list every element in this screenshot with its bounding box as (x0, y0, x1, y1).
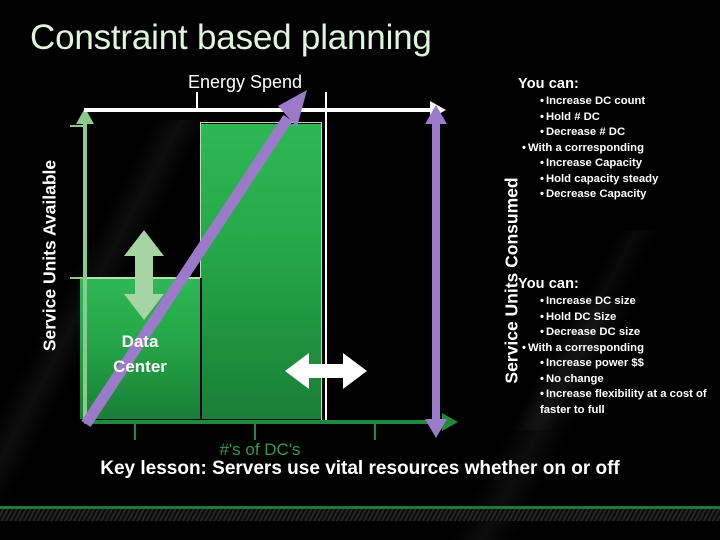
footer-band (0, 509, 720, 521)
bullet-icon: • (540, 357, 544, 370)
panel-dc-count: You can: • Increase DC count • Hold # DC •… (518, 76, 718, 203)
y-axis-right-arrowhead-down (425, 419, 447, 438)
list-item: • Hold DC Size (518, 310, 718, 326)
bullet-icon: • (540, 326, 544, 339)
y-axis-right-arrowhead-up (425, 105, 447, 124)
list-item: • Increase power $$ (518, 356, 718, 372)
bullet-icon: • (540, 110, 544, 123)
list-item-label: Decrease # DC (545, 126, 626, 139)
bullet-icon: • (540, 188, 544, 201)
list-item: • Decrease Capacity (518, 187, 718, 203)
list-item: • Hold # DC (518, 110, 718, 126)
list-item-label: Decrease Capacity (545, 188, 647, 201)
bullet-icon: • (540, 172, 544, 185)
list-item: • Decrease # DC (518, 125, 718, 141)
slide-canvas: Constraint based planning Energy Spend S… (0, 0, 720, 540)
list-item: • Increase Capacity (518, 156, 718, 172)
bullet-icon: • (540, 388, 544, 401)
list-item-label: Increase power $$ (545, 357, 644, 370)
panel-dc-size: You can: • Increase DC size • Hold DC Size… (518, 276, 718, 419)
panel-dc-size-list: • Increase DC size • Hold DC Size • Decreas… (518, 294, 718, 419)
y-axis-right-line (432, 122, 440, 422)
list-item-label: Hold capacity steady (545, 172, 659, 185)
energy-spend-label: Energy Spend (187, 72, 303, 92)
panel-dc-size-heading: You can: (518, 276, 579, 292)
capacity-headroom-double-arrow (124, 230, 164, 320)
list-item-label: With a corresponding (527, 341, 644, 354)
data-center-bar-label: Data Center (95, 330, 185, 379)
list-item-label: Hold # DC (545, 110, 600, 123)
list-item: • With a corresponding (518, 141, 718, 157)
bullet-icon: • (540, 372, 544, 385)
key-lesson-footer: Key lesson: Servers use vital resources … (100, 458, 620, 479)
bullet-icon: • (540, 295, 544, 307)
data-center-label-line1: Data (121, 332, 159, 351)
list-item-label: With a corresponding (527, 141, 644, 154)
bullet-icon: • (540, 126, 544, 139)
list-item-label: No change (545, 372, 604, 385)
bullet-icon: • (522, 341, 526, 354)
list-item: • No change (518, 372, 718, 388)
list-item-label: Increase Capacity (545, 157, 643, 170)
list-item: • Decrease DC size (518, 325, 718, 341)
constraint-planning-chart: Energy Spend Service Units Available Ser… (0, 0, 522, 470)
list-item: • Hold capacity steady (518, 172, 718, 188)
x-axis-tick-3 (374, 424, 376, 440)
list-item: • With a corresponding (518, 341, 718, 357)
list-item-label: Decrease DC size (545, 326, 641, 339)
list-item: • Increase DC size (518, 294, 718, 310)
y-axis-left-label: Service Units Available (39, 159, 60, 352)
panel-dc-count-list: • Increase DC count • Hold # DC • Decrease … (518, 94, 718, 203)
list-item: • Increase flexibility at a cost of faste… (518, 387, 718, 418)
bullet-icon: • (540, 95, 544, 107)
list-item-label: Hold DC Size (545, 310, 617, 323)
panel-dc-count-heading: You can: (518, 76, 579, 92)
bullet-icon: • (540, 157, 544, 170)
data-center-label-line2: Center (113, 356, 167, 376)
list-item-label: Increase DC size (545, 295, 636, 307)
list-item-label: Increase DC count (545, 95, 646, 107)
list-item: • Increase DC count (518, 94, 718, 110)
x-axis-label: #'s of DC's (219, 440, 301, 459)
bullet-icon: • (540, 310, 544, 323)
list-item-label: Increase flexibility at a cost of faster… (540, 388, 707, 417)
bullet-icon: • (522, 141, 526, 154)
dc-count-double-arrow (285, 353, 367, 389)
